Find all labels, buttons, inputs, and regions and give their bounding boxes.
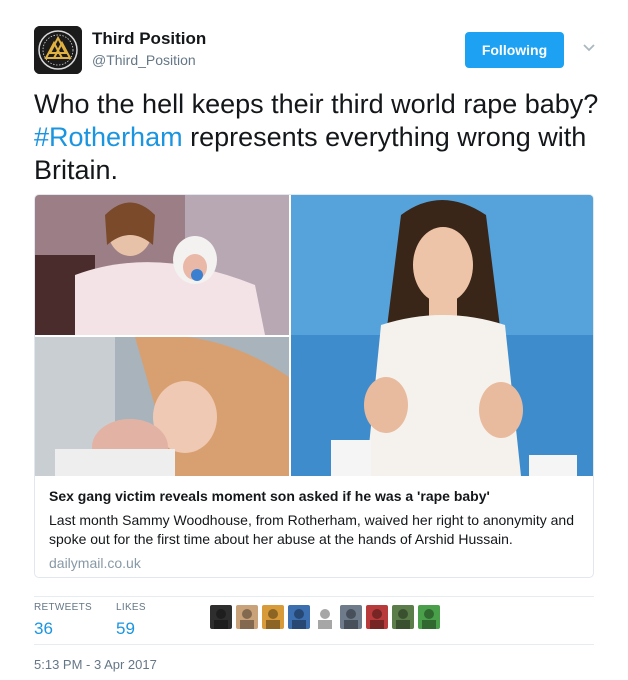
tweet-text: Who the hell keeps their third world rap… xyxy=(34,88,604,187)
tweet-timestamp[interactable]: 5:13 PM - 3 Apr 2017 xyxy=(34,657,157,672)
retweets-stat[interactable]: RETWEETS 36 xyxy=(34,602,92,639)
liker-avatar[interactable] xyxy=(418,605,440,629)
chevron-down-icon[interactable] xyxy=(580,38,598,56)
divider xyxy=(34,596,594,597)
author-name[interactable]: Third Position xyxy=(92,29,206,49)
card-domain[interactable]: dailymail.co.uk xyxy=(49,555,579,571)
liker-avatar[interactable] xyxy=(392,605,414,629)
card-body: Sex gang victim reveals moment son asked… xyxy=(49,487,579,571)
tweet-header: Third Position @Third_Position Following xyxy=(34,26,604,76)
liker-avatar[interactable] xyxy=(366,605,388,629)
liker-avatar[interactable] xyxy=(210,605,232,629)
mother-holding-newborn-photo xyxy=(35,195,289,335)
liker-avatar[interactable] xyxy=(288,605,310,629)
woman-talking-on-tv-photo xyxy=(291,195,593,476)
retweets-label: RETWEETS xyxy=(34,602,92,613)
card-image-collage[interactable] xyxy=(35,195,593,476)
tweet-text-part: Who the hell keeps their third world rap… xyxy=(34,89,599,119)
divider xyxy=(34,644,594,645)
liker-avatar[interactable] xyxy=(340,605,362,629)
liker-avatar[interactable] xyxy=(314,605,336,629)
author-handle[interactable]: @Third_Position xyxy=(92,52,196,68)
valknut-logo-icon xyxy=(34,26,82,74)
liker-avatar[interactable] xyxy=(236,605,258,629)
likes-stat[interactable]: LIKES 59 xyxy=(116,602,146,639)
author-avatar[interactable] xyxy=(34,26,82,74)
liker-avatar[interactable] xyxy=(262,605,284,629)
hashtag-link[interactable]: #Rotherham xyxy=(34,122,183,152)
link-card[interactable]: Sex gang victim reveals moment son asked… xyxy=(34,194,594,578)
liker-avatars xyxy=(210,605,440,629)
likes-label: LIKES xyxy=(116,602,146,613)
likes-count[interactable]: 59 xyxy=(116,619,146,639)
card-description: Last month Sammy Woodhouse, from Rotherh… xyxy=(49,512,574,547)
mother-with-baby-in-hospital-photo xyxy=(35,337,289,476)
card-title[interactable]: Sex gang victim reveals moment son asked… xyxy=(49,487,579,505)
retweets-count[interactable]: 36 xyxy=(34,619,92,639)
following-button[interactable]: Following xyxy=(465,32,564,68)
